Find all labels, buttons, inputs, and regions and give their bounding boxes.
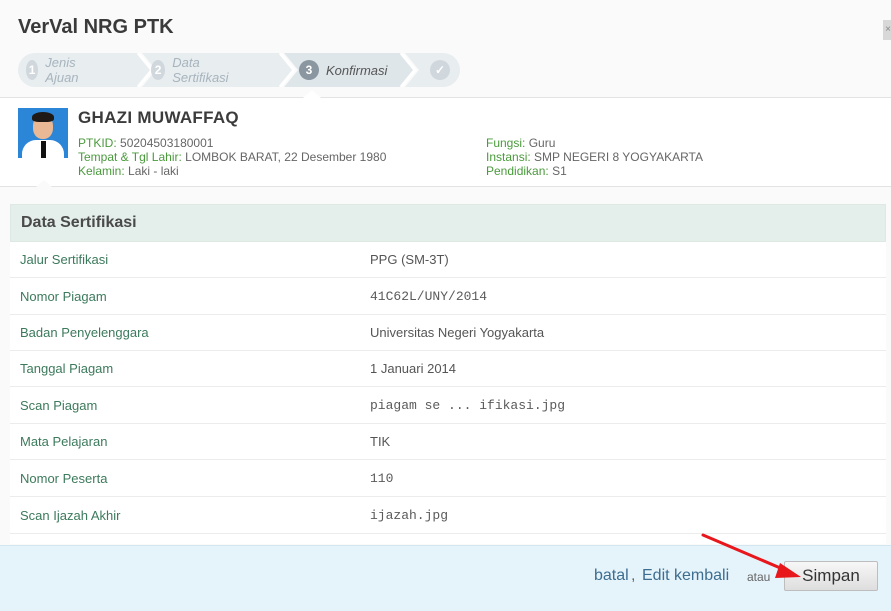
page-title: VerVal NRG PTK: [18, 16, 174, 38]
check-icon: ✓: [430, 60, 450, 80]
profile-notch-top: [303, 90, 321, 98]
profile-field-value: Laki - laki: [128, 164, 179, 178]
cancel-link[interactable]: batal: [594, 567, 629, 585]
avatar: [18, 108, 68, 158]
or-label: atau: [747, 570, 771, 584]
row-label: Scan Piagam: [20, 398, 98, 413]
wizard-step-1[interactable]: 1 Jenis Ajuan: [26, 53, 86, 87]
row-value: Universitas Negeri Yogyakarta: [370, 325, 545, 340]
table-row: Jalur Sertifikasi PPG (SM-3T): [10, 242, 886, 278]
row-label: Jalur Sertifikasi: [20, 252, 109, 267]
table-row: Nomor Peserta 110: [10, 461, 886, 497]
step-number: 1: [26, 60, 39, 80]
profile-field-value: LOMBOK BARAT, 22 Desember 1980: [185, 150, 387, 164]
profile-education: Pendidikan: S1: [486, 164, 567, 178]
profile-birth: Tempat & Tgl Lahir: LOMBOK BARAT, 22 Des…: [78, 150, 386, 164]
profile-notch-bottom: [35, 180, 53, 188]
avatar-tie: [41, 141, 46, 158]
row-label: Mata Pelajaran: [20, 434, 108, 449]
table-row: Mata Pelajaran TIK: [10, 424, 886, 460]
row-value: PPG (SM-3T): [370, 252, 449, 267]
wizard-step-3[interactable]: 3 Konfirmasi: [299, 53, 387, 87]
table-row: Tanggal Piagam 1 Januari 2014: [10, 351, 886, 387]
table-row: Scan Ijazah Akhir ijazah.jpg: [10, 498, 886, 534]
row-value[interactable]: piagam se ... ifikasi.jpg: [370, 398, 565, 413]
row-label: Nomor Piagam: [20, 289, 107, 304]
row-value: 1 Januari 2014: [370, 361, 457, 376]
row-value[interactable]: ijazah.jpg: [370, 508, 448, 523]
profile-field-label: Kelamin:: [78, 164, 125, 178]
profile-institution: Instansi: SMP NEGERI 8 YOGYAKARTA: [486, 150, 703, 164]
profile-field-value: Guru: [528, 136, 556, 150]
profile-field-label: PTKID:: [78, 136, 117, 150]
row-value: TIK: [370, 434, 391, 449]
profile-field-value: S1: [552, 164, 567, 178]
profile-gender: Kelamin: Laki - laki: [78, 164, 179, 178]
profile-field-label: Pendidikan:: [486, 164, 549, 178]
profile-card: GHAZI MUWAFFAQ PTKID: 50204503180001 Tem…: [0, 97, 891, 187]
wizard-step-done[interactable]: ✓: [428, 53, 452, 87]
table-row: Scan Piagam piagam se ... ifikasi.jpg: [10, 388, 886, 424]
table-row: Badan Penyelenggara Universitas Negeri Y…: [10, 315, 886, 351]
step-label: Data Sertifikasi: [172, 55, 229, 85]
profile-field-label: Tempat & Tgl Lahir:: [78, 150, 182, 164]
save-button[interactable]: Simpan: [784, 561, 878, 591]
certification-section: Data Sertifikasi Jalur Sertifikasi PPG (…: [10, 204, 886, 544]
step-label: Jenis Ajuan: [45, 55, 79, 85]
step-number: 3: [299, 60, 319, 80]
profile-field-value: 50204503180001: [120, 136, 214, 150]
step-number: 2: [151, 60, 166, 80]
row-label: Scan Ijazah Akhir: [20, 508, 121, 523]
row-value: 41C62L/UNY/2014: [370, 289, 488, 304]
profile-function: Fungsi: Guru: [486, 136, 555, 150]
form-footer: batal , Edit kembali atau Simpan: [0, 545, 891, 611]
profile-field-label: Instansi:: [486, 150, 531, 164]
profile-ptkid: PTKID: 50204503180001: [78, 136, 213, 150]
row-label: Badan Penyelenggara: [20, 325, 149, 340]
row-label: Tanggal Piagam: [20, 361, 114, 376]
profile-field-label: Fungsi:: [486, 136, 526, 150]
section-title: Data Sertifikasi: [10, 204, 886, 242]
row-label: Nomor Peserta: [20, 471, 108, 486]
close-icon[interactable]: ×: [883, 20, 891, 40]
edit-again-link[interactable]: Edit kembali: [642, 567, 729, 585]
profile-field-value: SMP NEGERI 8 YOGYAKARTA: [534, 150, 703, 164]
profile-name: GHAZI MUWAFFAQ: [78, 108, 239, 127]
link-separator: ,: [631, 567, 636, 584]
avatar-hair: [32, 112, 54, 122]
table-row: Nomor Piagam 41C62L/UNY/2014: [10, 279, 886, 315]
row-value: 110: [370, 471, 394, 486]
step-label: Konfirmasi: [326, 62, 388, 78]
wizard-step-2[interactable]: 2 Data Sertifikasi: [151, 53, 234, 87]
